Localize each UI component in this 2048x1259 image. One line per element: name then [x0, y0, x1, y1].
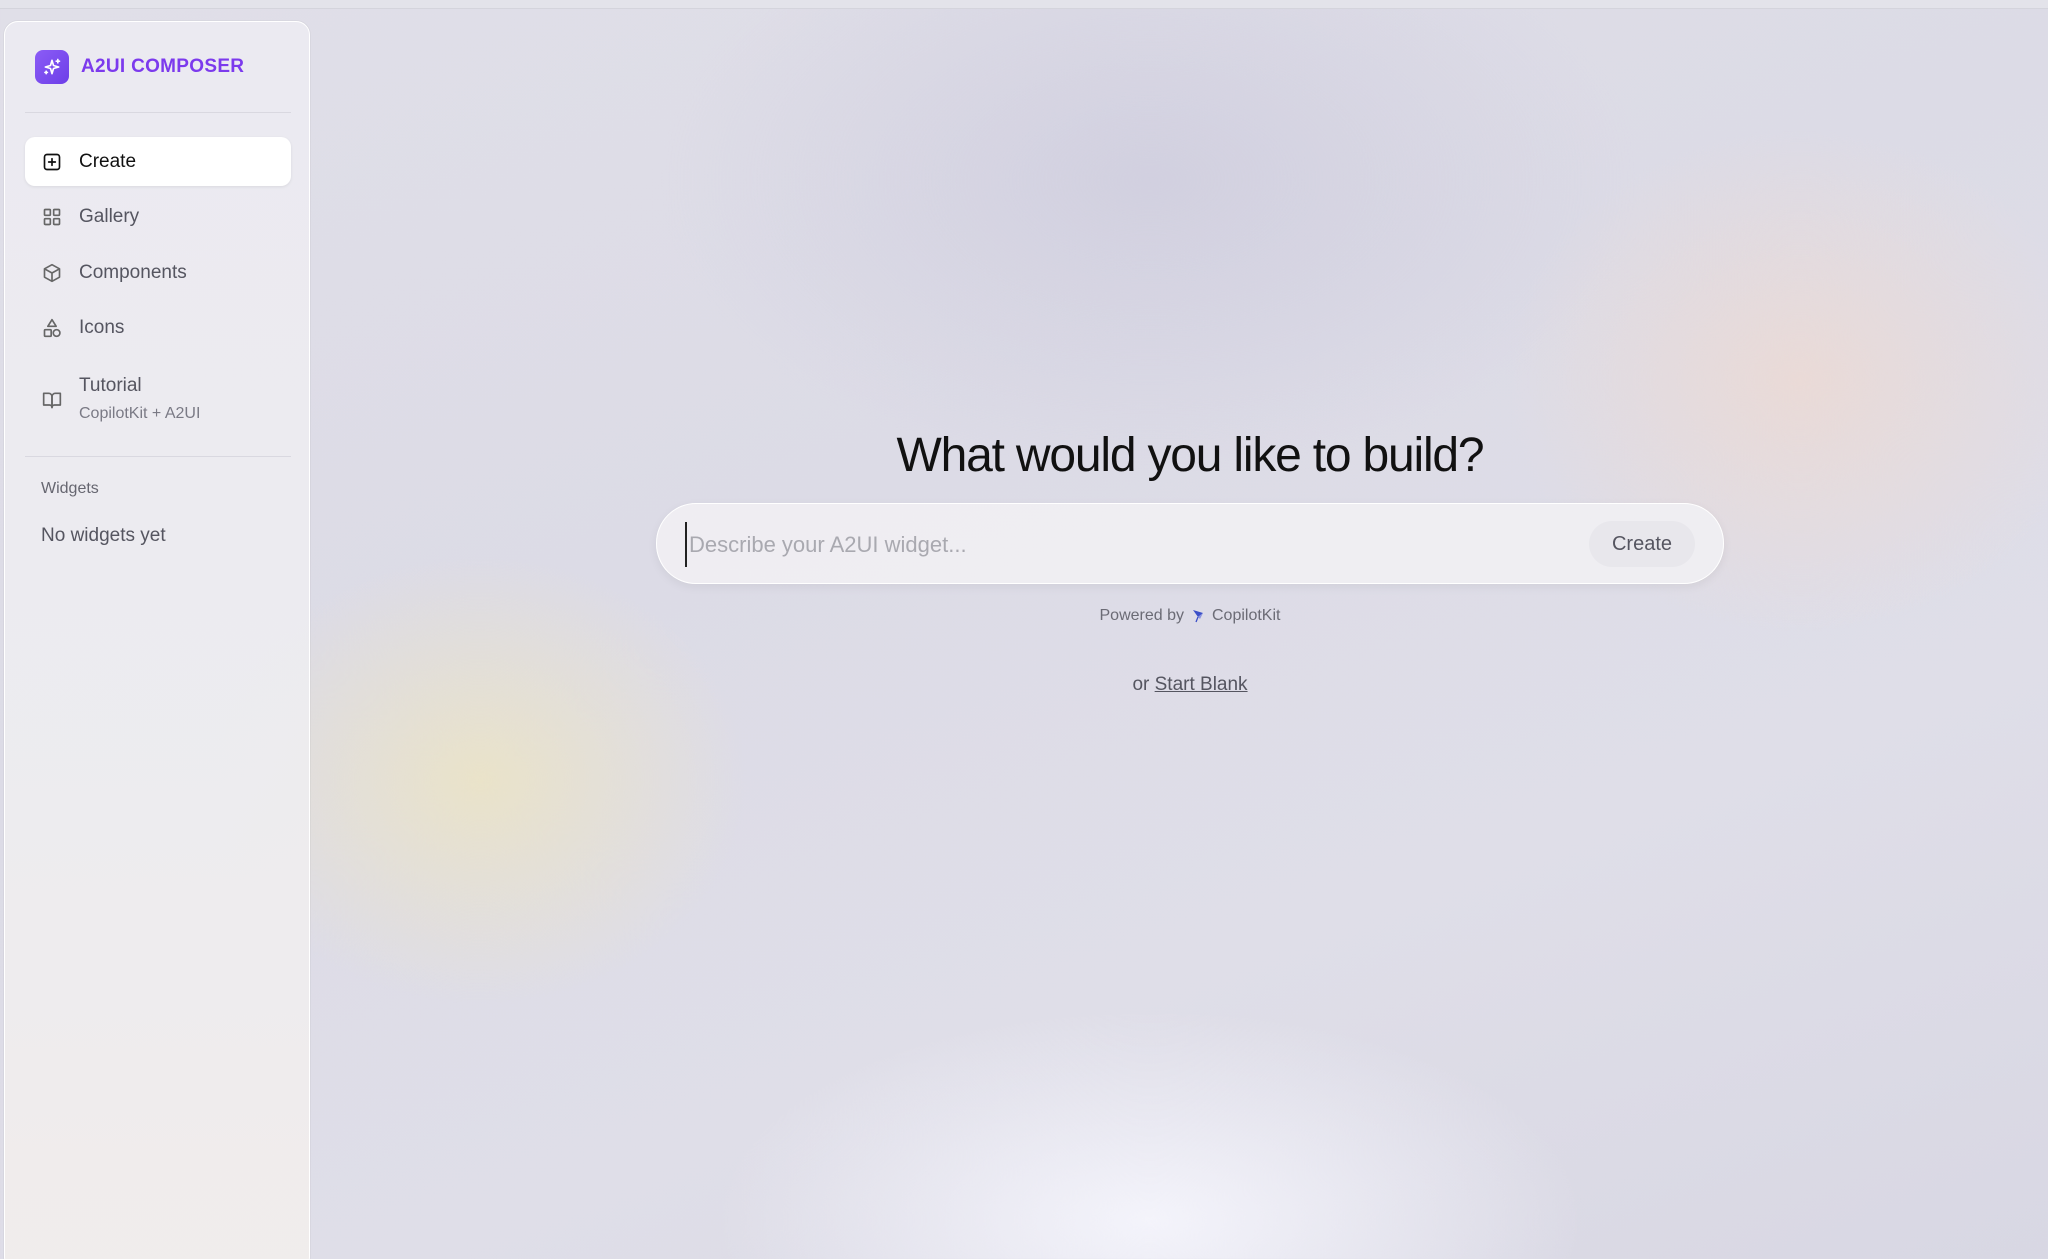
kite-icon: [1190, 608, 1206, 624]
top-edge: [0, 0, 2048, 9]
powered-by: Powered by CopilotKit: [656, 607, 1724, 625]
sidebar-divider: [25, 112, 291, 113]
sidebar-item-create[interactable]: Create: [25, 137, 291, 186]
powered-by-prefix: Powered by: [1099, 607, 1185, 624]
sparkles-icon: [35, 50, 69, 84]
prompt-input[interactable]: [685, 522, 1535, 567]
brand-name: A2UI COMPOSER: [81, 56, 245, 77]
page-title: What would you like to build?: [896, 429, 1485, 482]
widgets-section-title: Widgets: [41, 480, 99, 497]
powered-by-brand[interactable]: CopilotKit: [1212, 607, 1280, 625]
sidebar-item-label: Components: [79, 261, 187, 283]
sidebar-divider: [25, 456, 291, 457]
widgets-empty-state: No widgets yet: [41, 525, 166, 546]
grid-icon: [41, 206, 63, 228]
sidebar-item-label: Tutorial: [79, 375, 142, 396]
sidebar-item-icons[interactable]: Icons: [25, 303, 291, 352]
plus-square-icon: [41, 151, 63, 173]
start-blank-line: or Start Blank: [656, 674, 1724, 696]
sidebar-item-gallery[interactable]: Gallery: [25, 192, 291, 241]
create-button[interactable]: Create: [1589, 521, 1695, 567]
start-blank-prefix: or: [1132, 674, 1150, 695]
sidebar-item-components[interactable]: Components: [25, 248, 291, 297]
cube-icon: [41, 262, 63, 284]
shapes-icon: [41, 317, 63, 339]
prompt-box: Create: [656, 503, 1724, 584]
sidebar-item-sublabel: CopilotKit + A2UI: [79, 405, 201, 422]
sidebar-item-label: Create: [79, 150, 137, 172]
sidebar-item-label: Gallery: [79, 205, 140, 227]
sidebar: A2UI COMPOSER Create Gallery Components …: [4, 21, 310, 1259]
sidebar-item-tutorial[interactable]: Tutorial CopilotKit + A2UI: [25, 365, 291, 435]
book-open-icon: [41, 389, 63, 411]
start-blank-link[interactable]: Start Blank: [1155, 674, 1248, 695]
brand[interactable]: A2UI COMPOSER: [35, 50, 244, 84]
sidebar-item-label: Icons: [79, 316, 125, 338]
